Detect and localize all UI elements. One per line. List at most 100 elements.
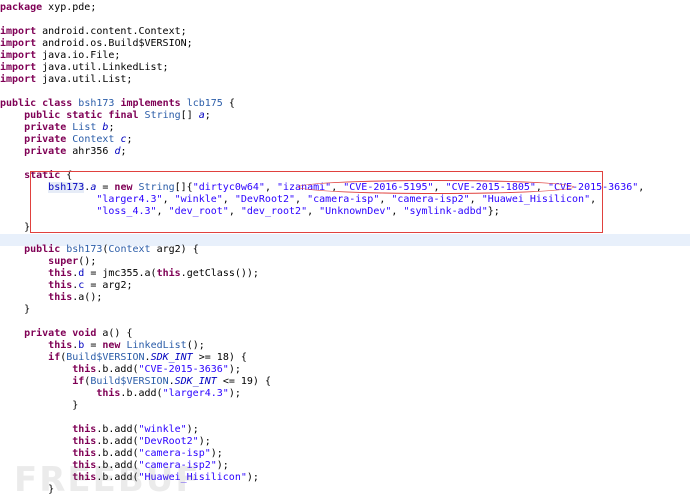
code-token: , [469,194,482,205]
code-line: if(Build$VERSION.SDK_INT >= 18) { [0,352,690,364]
code-token: .b.add( [96,436,139,447]
code-token: ); [186,424,199,435]
code-line: private ahr356 d; [0,146,690,158]
code-token: SDK_INT [150,352,193,363]
code-token: android.os.Build$VERSION; [36,38,193,49]
code-token: , [222,194,235,205]
code-token: "larger4.3" [96,194,163,205]
code-line: this.d = jmc355.a(this.getClass()); [0,268,690,280]
code-line: this.c = arg2; [0,280,690,292]
code-token: String [144,110,181,121]
code-token: "dirtyc0w64" [192,182,265,193]
code-token: java.util.List; [36,74,133,85]
code-token: } [72,400,79,411]
code-token: this [72,472,97,483]
code-token: private [24,122,67,133]
code-token: } [24,222,31,233]
code-token: "loss_4.3" [96,206,157,217]
code-token: , [307,206,320,217]
code-token: private [24,146,67,157]
code-token: this [96,388,121,399]
code-token: .b.add( [96,448,139,459]
code-token: import [0,74,37,85]
code-token: ; [204,110,211,121]
code-token: .b.add( [96,460,139,471]
code-token: this [72,448,97,459]
code-token: lcb175 [186,98,223,109]
code-token: ; [120,146,127,157]
code-token: final [108,110,139,121]
code-line: import java.util.List; [0,74,690,86]
code-token: bsh173 [66,244,103,255]
code-token: "DevRoot2" [138,436,199,447]
code-token: , [228,206,241,217]
code-line: this.b.add("DevRoot2"); [0,436,690,448]
code-token: Context [72,134,115,145]
code-line: private Context c; [0,134,690,146]
code-token: Build$VERSION [66,352,145,363]
code-token: "camera-isp2" [391,194,470,205]
code-token: public [24,110,61,121]
code-token: String [138,182,175,193]
code-line: this.b.add("winkle"); [0,424,690,436]
code-line: import java.io.File; [0,50,690,62]
code-token: [] [180,110,199,121]
code-token: static [66,110,103,121]
code-token: "Huawei_Hisilicon" [138,472,247,483]
code-token: ); [210,448,223,459]
code-token: this [72,460,97,471]
code-token: static [24,170,61,181]
code-editor[interactable]: package xyp.pde; import android.content.… [0,0,690,502]
code-token: this [48,340,73,351]
code-token: "dev_root" [168,206,229,217]
code-token: , [379,194,392,205]
code-token: package [0,2,43,13]
code-token: (); [78,256,97,267]
code-token: []{ [174,182,193,193]
code-token: .b.add( [96,364,139,375]
code-token: , [391,206,404,217]
code-token: import [0,26,37,37]
code-token: import [0,50,37,61]
code-token: >= 18) { [192,352,247,363]
code-line: "loss_4.3", "dev_root", "dev_root2", "Un… [0,206,690,218]
code-token: , [590,194,603,205]
code-token: <= 19) { [216,376,271,387]
code-line: "larger4.3", "winkle", "DevRoot2", "came… [0,194,690,206]
code-token: "izanami" [277,182,332,193]
code-token: = arg2; [84,280,133,291]
code-token: a() { [96,328,133,339]
code-token: { [60,170,73,181]
code-line: bsh173.a = new String[]{"dirtyc0w64", "i… [0,182,690,194]
code-token: public [0,98,37,109]
code-line: } [0,400,690,412]
code-token: "Huawei_Hisilicon" [481,194,591,205]
code-line: this.b.add("Huawei_Hisilicon"); [0,472,690,484]
code-token: java.util.LinkedList; [36,62,169,73]
code-line: if(Build$VERSION.SDK_INT <= 19) { [0,376,690,388]
code-line: } [0,222,690,234]
code-line: import java.util.LinkedList; [0,62,690,74]
code-line: package xyp.pde; [0,2,690,14]
code-token: ); [198,436,211,447]
code-token: this [48,280,73,291]
code-token: ); [228,364,241,375]
code-token: class [42,98,73,109]
code-token: ); [246,472,259,483]
code-token: if [48,352,61,363]
code-line: public bsh173(Context arg2) { [0,244,690,256]
code-line: } [0,484,690,496]
code-token: void [72,328,97,339]
code-token: ahr356 [72,146,109,157]
code-token: ; [126,134,133,145]
code-token: "camera-isp" [138,448,211,459]
code-token: { [222,98,235,109]
code-token: LinkedList [126,340,187,351]
code-token: "CVE-2015-3636" [138,364,229,375]
code-token: , [156,206,169,217]
code-token: public [24,244,61,255]
code-token: , [295,194,308,205]
code-token: } [48,484,55,495]
code-token: , [433,182,446,193]
code-token: "camera-isp" [307,194,380,205]
